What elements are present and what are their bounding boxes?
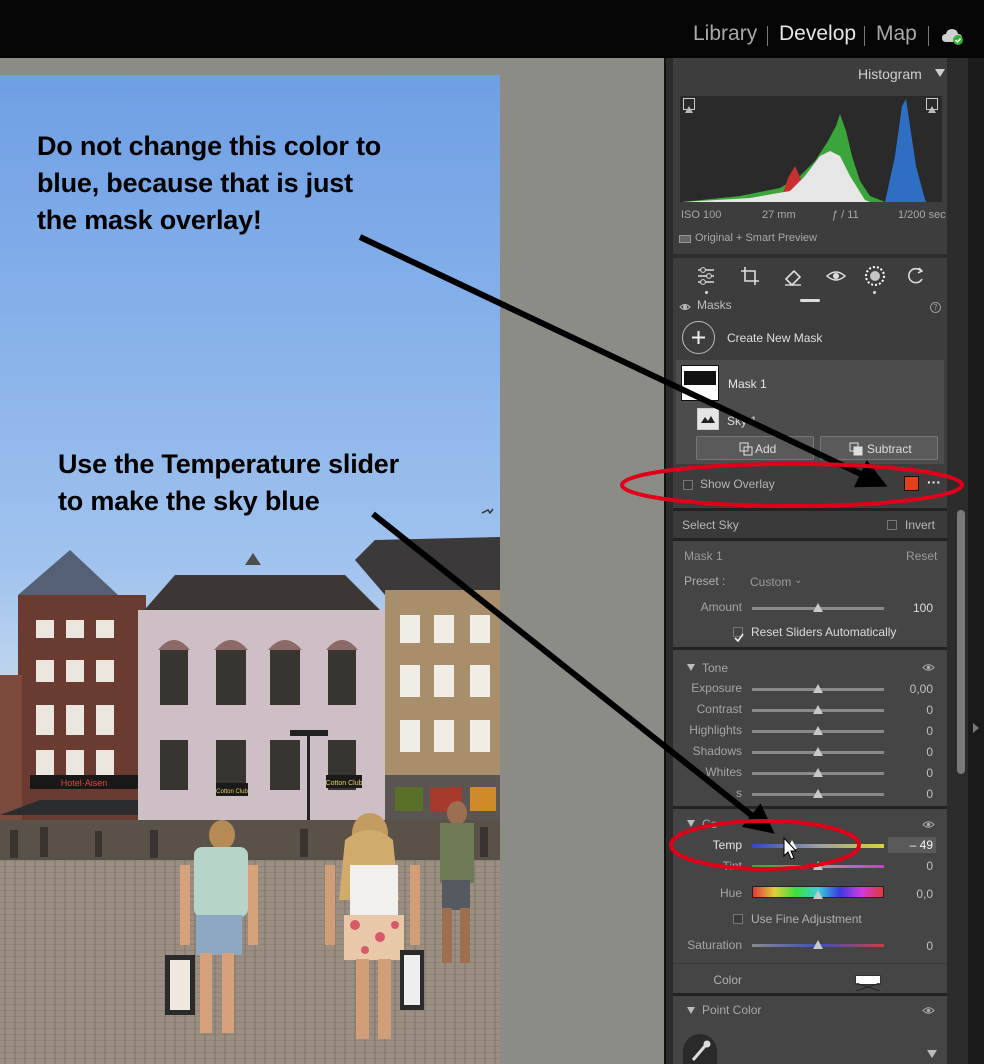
annotation-overlay [358, 234, 964, 871]
mouse-cursor-icon [783, 836, 798, 860]
highlight-show-overlay [620, 462, 964, 508]
arrow-to-temp-slider [371, 511, 775, 834]
arrow-to-overlay-color [358, 234, 888, 488]
